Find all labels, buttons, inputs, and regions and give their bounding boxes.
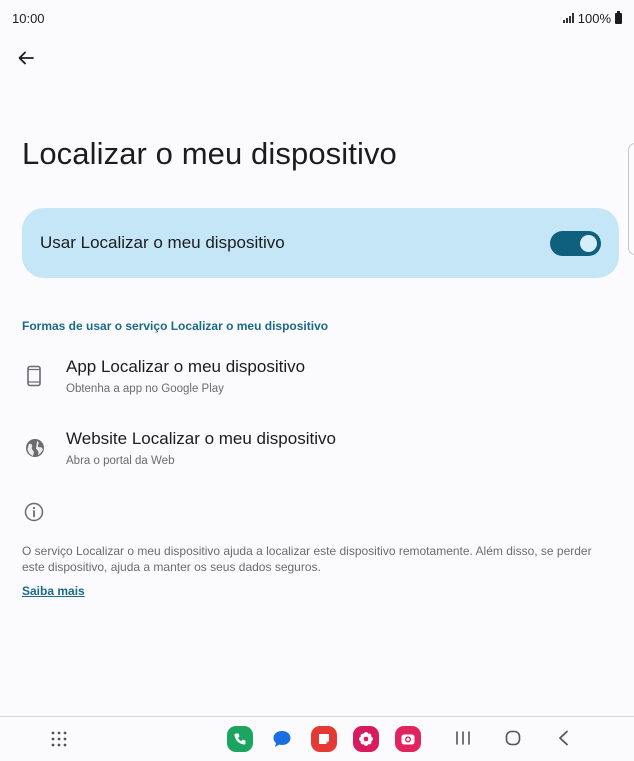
notes-app-icon[interactable]: [311, 726, 337, 752]
status-bar: 10:00 100%: [0, 0, 634, 36]
switch-knob: [580, 234, 597, 252]
list-item-subtitle: Abra o portal da Web: [66, 455, 175, 467]
globe-icon: [26, 439, 44, 457]
description-text: O serviço Localizar o meu dispositivo aj…: [22, 544, 592, 574]
main-toggle-card[interactable]: Usar Localizar o meu dispositivo: [22, 208, 619, 278]
page-title: Localizar o meu dispositivo: [22, 136, 397, 171]
recent-apps-icon[interactable]: [454, 729, 472, 747]
back-button[interactable]: [12, 44, 40, 72]
home-icon[interactable]: [504, 729, 522, 747]
list-item-subtitle: Obtenha a app no Google Play: [66, 383, 224, 395]
messages-app-icon[interactable]: [269, 726, 295, 752]
camera-app-icon[interactable]: [395, 726, 421, 752]
battery-percentage: 100%: [577, 10, 611, 26]
side-panel-handle[interactable]: [628, 143, 634, 255]
learn-more-link[interactable]: Saiba mais: [22, 584, 85, 598]
apps-grid-icon[interactable]: [51, 731, 67, 747]
navigation-bar: [0, 716, 634, 761]
list-item-website[interactable]: Website Localizar o meu dispositivo Abra…: [22, 429, 612, 485]
flower-app-icon[interactable]: [353, 726, 379, 752]
status-time: 10:00: [12, 10, 45, 26]
list-item-title: App Localizar o meu dispositivo: [66, 357, 306, 376]
section-header: Formas de usar o serviço Localizar o meu…: [22, 319, 329, 333]
list-item-title: Website Localizar o meu dispositivo: [66, 429, 336, 448]
signal-icon: [562, 13, 574, 23]
arrow-left-icon: [18, 51, 34, 65]
info-icon: [24, 502, 44, 522]
phone-icon: [27, 365, 41, 387]
list-item-app[interactable]: App Localizar o meu dispositivo Obtenha …: [22, 357, 612, 413]
phone-app-icon[interactable]: [227, 726, 253, 752]
status-indicators: 100%: [562, 10, 622, 26]
main-switch[interactable]: [550, 230, 601, 256]
back-nav-icon[interactable]: [555, 729, 573, 747]
toggle-label: Usar Localizar o meu dispositivo: [40, 233, 285, 252]
battery-icon: [615, 10, 622, 24]
